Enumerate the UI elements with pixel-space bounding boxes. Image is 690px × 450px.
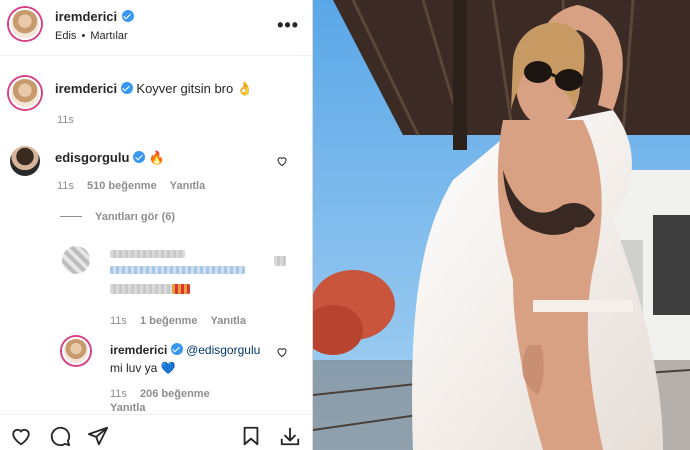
action-bar xyxy=(0,414,313,450)
blurred-heart xyxy=(274,256,286,266)
verified-icon xyxy=(133,151,146,163)
comment-bubble-icon[interactable] xyxy=(48,425,72,447)
audio-separator: • xyxy=(81,30,86,42)
comment-reply-button[interactable]: Yanıtla xyxy=(170,180,205,192)
verified-icon xyxy=(170,343,183,355)
more-options-icon[interactable]: ••• xyxy=(277,15,299,36)
blurred-avatar xyxy=(62,246,90,274)
audio-line[interactable]: Edis • Martılar xyxy=(55,30,134,42)
caption-time[interactable]: 11s xyxy=(57,114,74,126)
download-icon[interactable] xyxy=(278,425,302,447)
comment-username[interactable]: edisgorgulu xyxy=(55,150,129,165)
blurred-reply-button[interactable]: Yanıtla xyxy=(211,315,246,327)
audio-song: Martılar xyxy=(90,30,128,42)
comment-text: 🔥 xyxy=(148,150,165,165)
replies-divider xyxy=(60,216,82,217)
comment: edisgorgulu 🔥 xyxy=(55,150,165,166)
view-replies-button[interactable]: Yanıtları gör (6) xyxy=(95,211,175,223)
blurred-reply-meta: 11s 1 beğenme Yanıtla xyxy=(110,315,246,327)
like-comment-heart-icon[interactable] xyxy=(276,155,288,167)
caption-avatar[interactable] xyxy=(9,77,41,109)
like-reply-heart-icon[interactable] xyxy=(276,346,288,358)
post-media[interactable] xyxy=(313,0,690,450)
blurred-reply-time[interactable]: 11s xyxy=(110,315,127,327)
reply-meta: 11s 206 beğenme xyxy=(110,388,210,400)
verified-icon xyxy=(120,82,133,94)
comment-time[interactable]: 11s xyxy=(57,180,74,192)
blurred-reply-likes[interactable]: 1 beğenme xyxy=(140,315,197,327)
caption: iremderici Koyver gitsin bro 👌 xyxy=(55,81,253,97)
reply-text: mi luv ya 💙 xyxy=(110,361,176,375)
post-photo xyxy=(313,0,690,450)
caption-text: Koyver gitsin bro 👌 xyxy=(136,81,254,96)
verified-icon xyxy=(121,10,134,22)
audio-user: Edis xyxy=(55,30,77,42)
comment-meta: 11s 510 beğenme Yanıtla xyxy=(57,180,205,192)
commenter-avatar[interactable] xyxy=(10,146,40,176)
author-avatar[interactable] xyxy=(9,8,41,40)
reply-reply-button[interactable]: Yanıtla xyxy=(110,402,145,414)
blurred-username xyxy=(110,250,185,258)
reply-likes[interactable]: 206 beğenme xyxy=(140,388,210,400)
author-username[interactable]: iremderici xyxy=(55,9,117,24)
caption-username[interactable]: iremderici xyxy=(55,81,117,96)
reply-time[interactable]: 11s xyxy=(110,388,127,400)
reply-avatar[interactable] xyxy=(62,337,90,365)
like-heart-icon[interactable] xyxy=(9,425,33,447)
post-header: iremderici Edis • Martılar ••• xyxy=(0,0,313,56)
comments-panel: iremderici Edis • Martılar ••• iremderic… xyxy=(0,0,313,450)
save-bookmark-icon[interactable] xyxy=(240,425,262,447)
comment-likes[interactable]: 510 beğenme xyxy=(87,180,157,192)
share-paper-plane-icon[interactable] xyxy=(86,425,110,447)
blurred-mention xyxy=(110,266,245,274)
blurred-emoji xyxy=(172,284,190,294)
reply-mention[interactable]: @edisgorgulu xyxy=(186,343,260,357)
author-info: iremderici Edis • Martılar xyxy=(55,8,134,42)
reply-username[interactable]: iremderici xyxy=(110,343,167,357)
reply: iremderici @edisgorgulu mi luv ya 💙 xyxy=(110,341,260,377)
